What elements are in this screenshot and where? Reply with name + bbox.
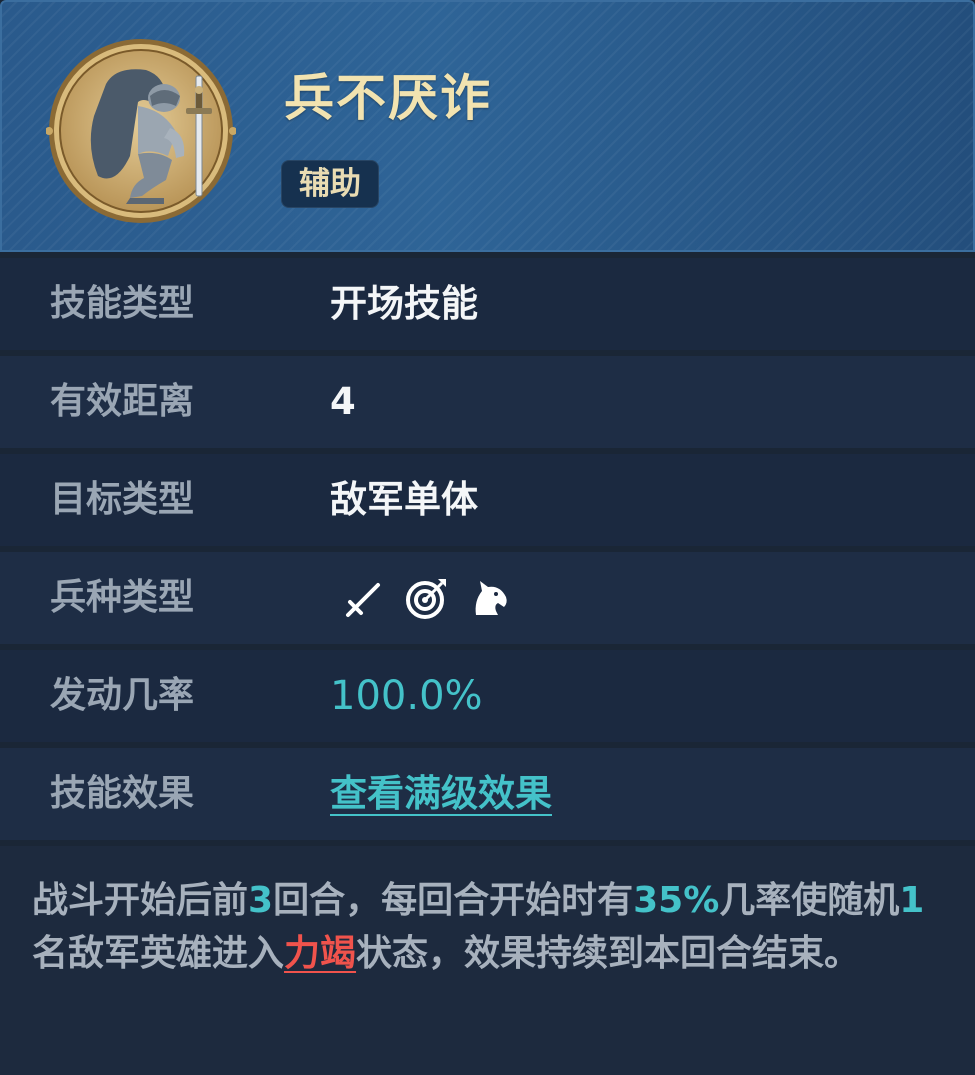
row-troop-type: 兵种类型 [0,552,975,644]
desc-text: 几率使随机 [719,880,900,921]
view-max-level-effect-link[interactable]: 查看满级效果 [330,748,552,840]
status-keyword-link[interactable]: 力竭 [284,933,356,974]
row-label: 有效距离 [50,381,195,422]
desc-target-count: 1 [899,880,925,921]
skill-attribute-list: 技能类型 开场技能 有效距离 4 目标类型 敌军单体 兵种类型 发动几率 100… [0,258,975,846]
row-label: 技能类型 [50,283,195,324]
desc-chance-number: 35% [633,880,720,921]
skill-description: 战斗开始后前3回合，每回合开始时有35%几率使随机1 名敌军英雄进入力竭状态，效果… [32,874,937,980]
effective-range-value: 4 [330,380,356,423]
desc-text: 状态，效果持续到本回合结束。 [356,933,861,974]
archery-target-icon [404,575,450,621]
desc-text: 战斗开始后前 [32,880,249,921]
troop-type-icons [342,575,512,621]
desc-text: 回合，每回合开始时有 [273,880,634,921]
row-label: 兵种类型 [50,577,195,618]
skill-category-badge: 辅助 [281,160,379,208]
row-skill-effect: 技能效果 查看满级效果 [0,748,975,840]
row-label: 发动几率 [50,675,195,716]
horse-head-icon [466,575,512,621]
trigger-rate-value: 100.0% [330,673,483,719]
skill-header: 兵不厌诈 辅助 [0,0,975,252]
row-label: 目标类型 [50,479,195,520]
row-skill-type: 技能类型 开场技能 [0,258,975,350]
skill-description-panel: 战斗开始后前3回合，每回合开始时有35%几率使随机1 名敌军英雄进入力竭状态，效果… [0,846,975,1075]
desc-text: 名敌军英雄进入 [32,933,285,974]
row-trigger-rate: 发动几率 100.0% [0,650,975,742]
target-type-value: 敌军单体 [330,478,478,521]
row-target-type: 目标类型 敌军单体 [0,454,975,546]
skill-portrait [45,36,237,226]
desc-rounds-number: 3 [248,880,274,921]
sword-icon [342,575,388,621]
skill-title: 兵不厌诈 [284,69,492,127]
row-label: 技能效果 [50,773,195,814]
skill-type-value: 开场技能 [330,282,478,325]
row-effective-range: 有效距离 4 [0,356,975,448]
